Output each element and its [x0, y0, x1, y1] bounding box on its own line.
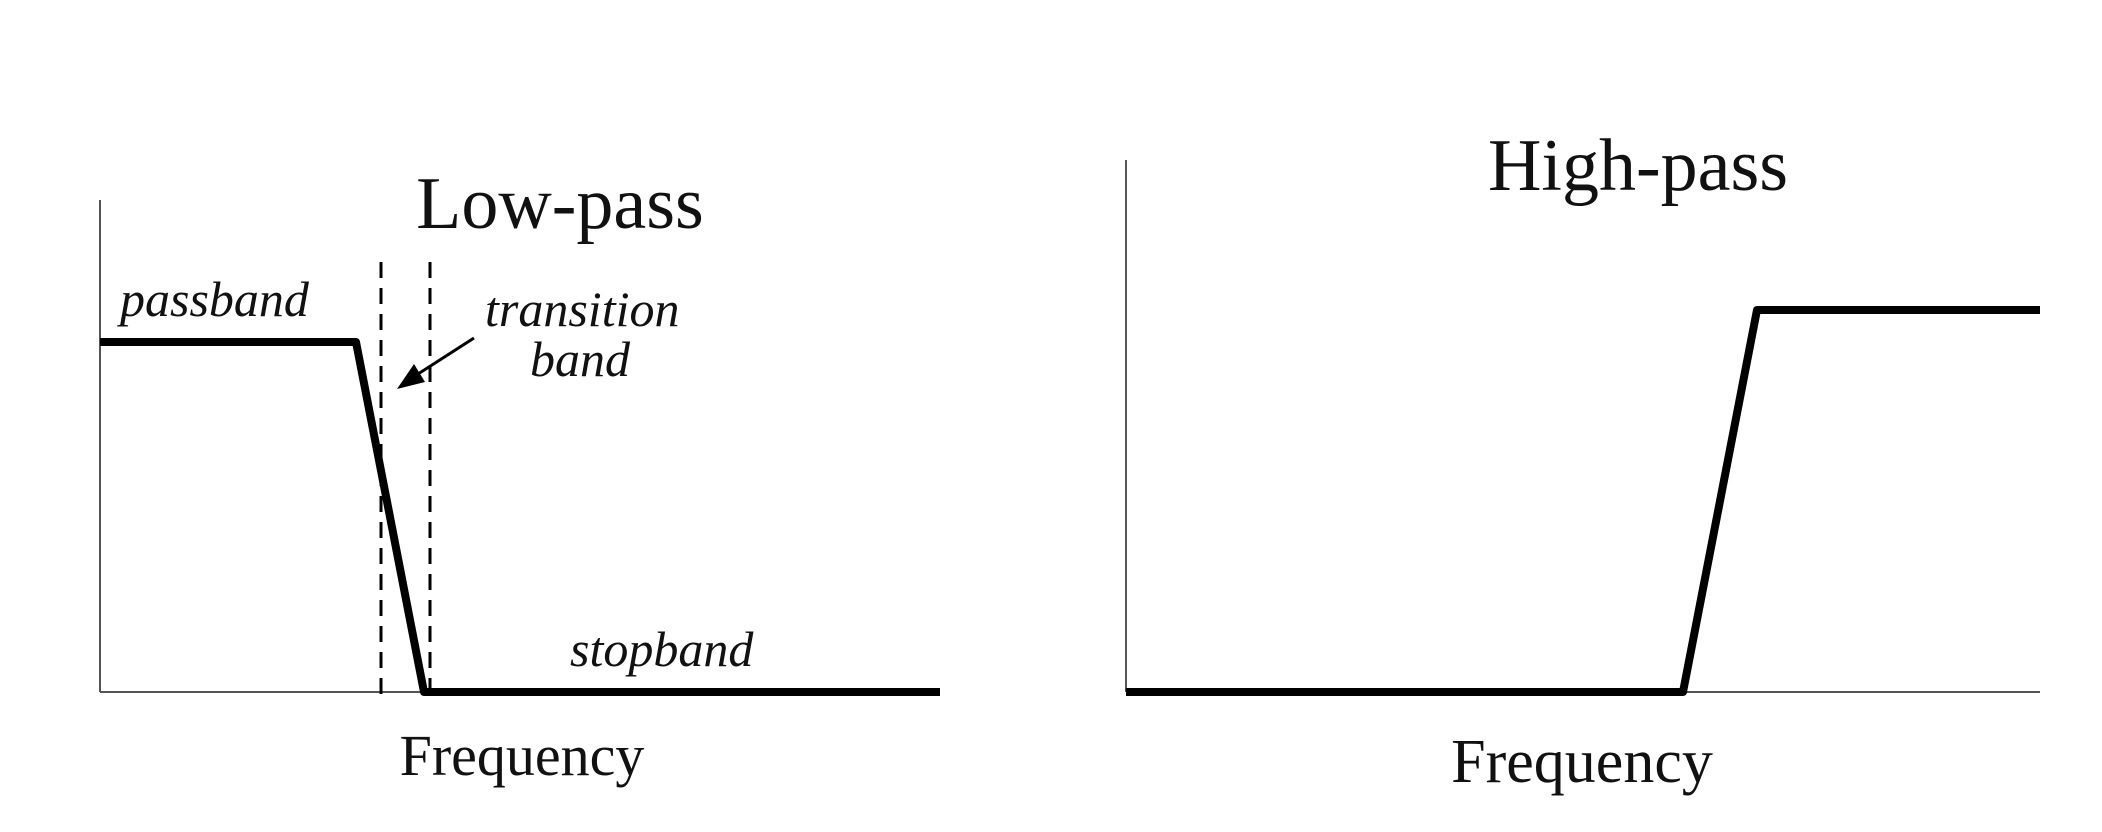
high-pass-response-curve — [1126, 306, 2040, 696]
low-pass-response-curve — [100, 338, 940, 696]
high-pass-panel: High-pass Frequency — [1125, 125, 2040, 796]
stopband-label: stopband — [570, 621, 754, 677]
high-pass-title: High-pass — [1488, 125, 1788, 207]
transition-label-line1: transition — [485, 281, 679, 337]
low-pass-x-label: Frequency — [400, 723, 645, 788]
high-pass-x-label: Frequency — [1451, 728, 1713, 796]
low-pass-panel: Low-pass passband transition band stopba… — [99, 163, 940, 788]
transition-arrow-shaft — [417, 336, 475, 376]
passband-label: passband — [117, 271, 310, 327]
transition-label-line2: band — [530, 331, 631, 387]
transition-arrow-head — [397, 364, 425, 389]
filter-diagram: Low-pass passband transition band stopba… — [99, 125, 2040, 796]
low-pass-title: Low-pass — [416, 163, 704, 245]
